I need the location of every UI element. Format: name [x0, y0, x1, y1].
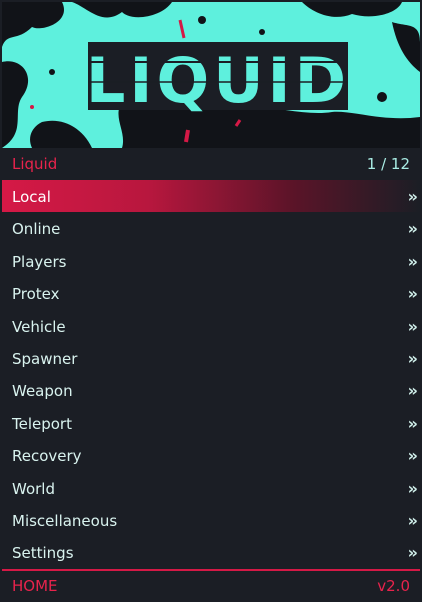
menu-item-label: Settings	[12, 544, 74, 563]
menu-item-label: Recovery	[12, 447, 82, 466]
version-label: v2.0	[377, 577, 410, 595]
submenu-arrow-icon: »	[407, 316, 419, 336]
page-counter: 1 / 12	[366, 155, 410, 173]
submenu-arrow-icon: »	[407, 381, 419, 401]
subheader: Liquid 1 / 12	[2, 148, 420, 179]
menu-item-label: Protex	[12, 285, 60, 304]
menu-item-label: Teleport	[12, 414, 72, 433]
submenu-arrow-icon: »	[407, 219, 419, 239]
menu-item-label: Weapon	[12, 382, 73, 401]
submenu-arrow-icon: »	[407, 284, 419, 304]
menu-name: Liquid	[12, 155, 58, 173]
footer: HOME v2.0	[2, 569, 420, 602]
menu-item-world[interactable]: World »	[2, 472, 420, 504]
submenu-arrow-icon: »	[407, 543, 419, 563]
menu-item-local[interactable]: Local »	[2, 180, 420, 213]
menu-item-label: Miscellaneous	[12, 511, 118, 530]
submenu-arrow-icon: »	[407, 187, 419, 206]
menu-item-label: Online	[12, 220, 61, 239]
menu-item-protex[interactable]: Protex »	[2, 277, 420, 309]
menu-item-spawner[interactable]: Spawner »	[2, 342, 420, 374]
banner-graphic: LIQUID	[2, 2, 420, 148]
menu-item-settings[interactable]: Settings »	[2, 536, 420, 568]
menu-list: Local » Online » Players » Protex » Vehi…	[2, 180, 420, 569]
submenu-arrow-icon: »	[407, 478, 419, 498]
menu-item-recovery[interactable]: Recovery »	[2, 439, 420, 471]
menu-item-label: Players	[12, 252, 67, 271]
submenu-arrow-icon: »	[407, 413, 419, 433]
menu-item-label: Vehicle	[12, 317, 66, 336]
submenu-arrow-icon: »	[407, 446, 419, 466]
menu-item-weapon[interactable]: Weapon »	[2, 374, 420, 406]
submenu-arrow-icon: »	[407, 348, 419, 368]
menu-item-players[interactable]: Players »	[2, 245, 420, 277]
banner: LIQUID	[2, 2, 420, 148]
menu-item-miscellaneous[interactable]: Miscellaneous »	[2, 504, 420, 536]
menu-item-label: World	[12, 479, 55, 498]
menu-item-teleport[interactable]: Teleport »	[2, 407, 420, 439]
menu-item-label: Spawner	[12, 349, 78, 368]
menu-item-label: Local	[12, 188, 51, 206]
footer-home-label: HOME	[12, 577, 58, 595]
banner-title: LIQUID	[86, 44, 350, 117]
menu-item-online[interactable]: Online »	[2, 212, 420, 244]
mod-menu: LIQUID Liquid 1 / 12 Local » Online » Pl…	[0, 0, 422, 602]
menu-item-vehicle[interactable]: Vehicle »	[2, 310, 420, 342]
submenu-arrow-icon: »	[407, 510, 419, 530]
submenu-arrow-icon: »	[407, 251, 419, 271]
